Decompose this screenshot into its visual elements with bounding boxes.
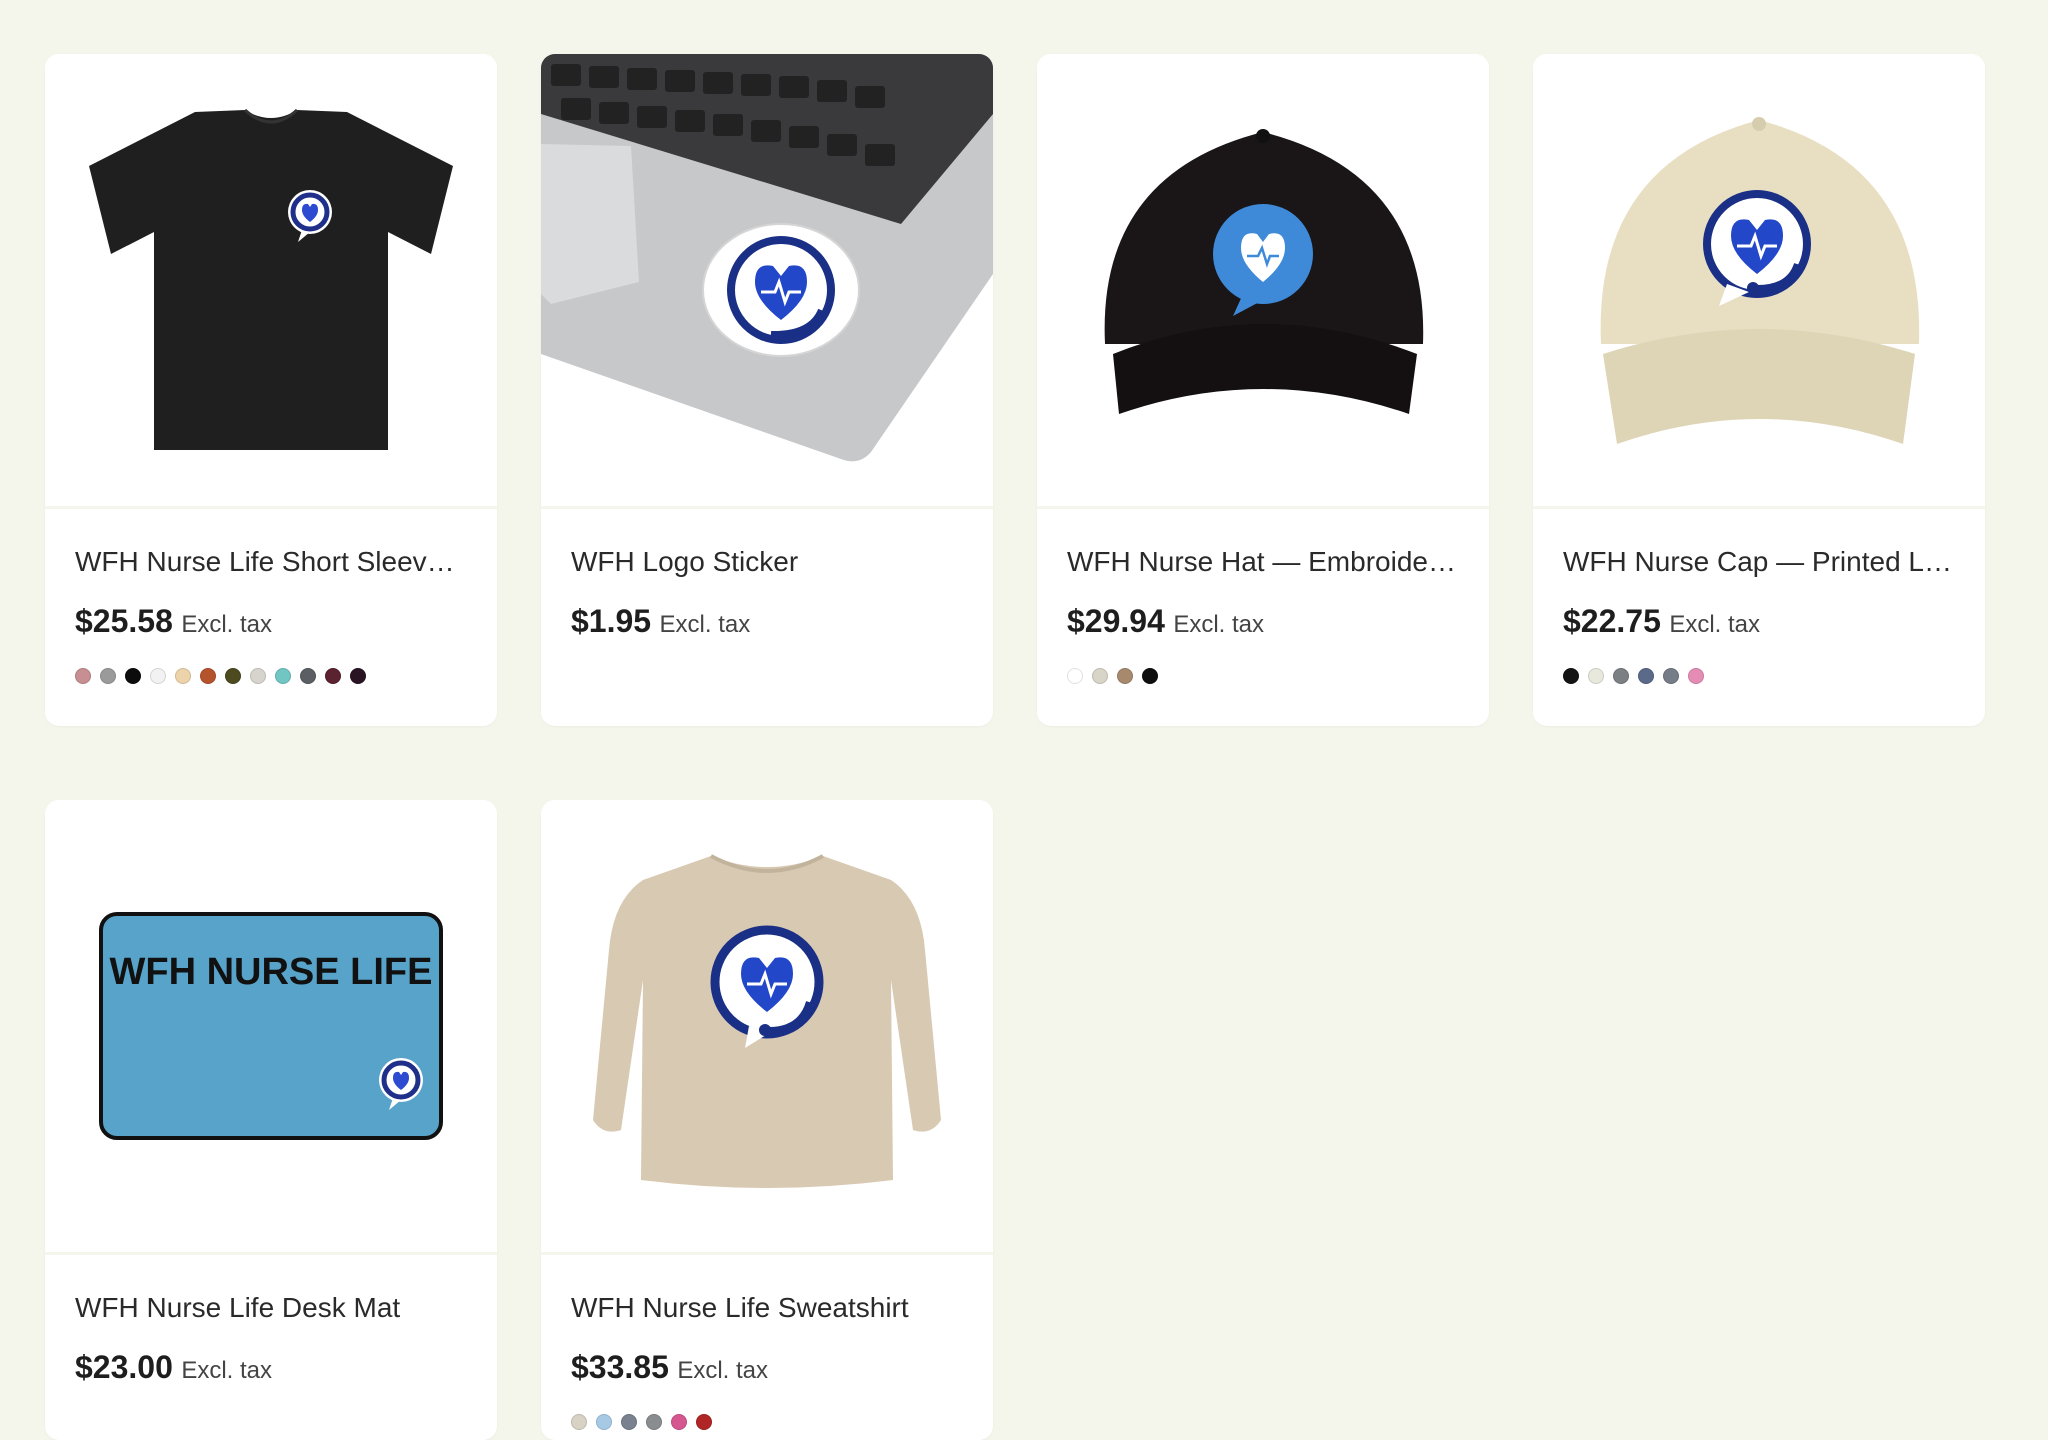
color-swatch[interactable] — [175, 668, 191, 684]
product-card-sticker[interactable]: WFH Logo Sticker $1.95 Excl. tax — [541, 54, 993, 726]
color-swatch[interactable] — [75, 668, 91, 684]
laptop-sticker-image[interactable] — [541, 54, 993, 509]
product-card-printed-cap[interactable]: WFH Nurse Cap — Printed Lo… $22.75 Excl.… — [1533, 54, 1985, 726]
black-cap-image[interactable] — [1037, 54, 1489, 509]
color-swatch[interactable] — [1613, 668, 1629, 684]
product-grid: WFH Nurse Life Short Sleeve… $25.58 Excl… — [0, 0, 2048, 1440]
color-swatch[interactable] — [150, 668, 166, 684]
color-swatch[interactable] — [1067, 668, 1083, 684]
product-title[interactable]: WFH Nurse Life Desk Mat — [75, 1291, 467, 1325]
color-swatch[interactable] — [325, 668, 341, 684]
product-title[interactable]: WFH Nurse Life Short Sleeve… — [75, 545, 467, 579]
color-swatch[interactable] — [1663, 668, 1679, 684]
color-swatch[interactable] — [250, 668, 266, 684]
color-swatch[interactable] — [1117, 668, 1133, 684]
product-title[interactable]: WFH Nurse Life Sweatshirt — [571, 1291, 963, 1325]
khaki-cap-image[interactable] — [1533, 54, 1985, 509]
color-swatch[interactable] — [646, 1414, 662, 1430]
product-card-embroidered-hat[interactable]: WFH Nurse Hat — Embroider… $29.94 Excl. … — [1037, 54, 1489, 726]
product-card-sweatshirt[interactable]: WFH Nurse Life Sweatshirt $33.85 Excl. t… — [541, 800, 993, 1440]
color-swatch[interactable] — [125, 668, 141, 684]
color-swatch[interactable] — [350, 668, 366, 684]
tax-note: Excl. tax — [1173, 611, 1265, 638]
sweatshirt-image[interactable] — [541, 800, 993, 1255]
product-card-tshirt[interactable]: WFH Nurse Life Short Sleeve… $25.58 Excl… — [45, 54, 497, 726]
tax-note: Excl. tax — [1669, 611, 1761, 638]
tax-note: Excl. tax — [181, 611, 273, 638]
color-swatch[interactable] — [596, 1414, 612, 1430]
product-price: $25.58 — [75, 603, 173, 639]
color-swatch[interactable] — [225, 668, 241, 684]
color-swatch[interactable] — [1092, 668, 1108, 684]
black-tshirt-image[interactable] — [45, 54, 497, 509]
product-price: $29.94 — [1067, 603, 1165, 639]
color-swatch[interactable] — [200, 668, 216, 684]
color-swatch[interactable] — [100, 668, 116, 684]
color-swatch[interactable] — [696, 1414, 712, 1430]
product-title[interactable]: WFH Nurse Hat — Embroider… — [1067, 545, 1459, 579]
color-swatch[interactable] — [621, 1414, 637, 1430]
product-price: $1.95 — [571, 603, 652, 639]
desk-mat-image[interactable]: WFH NURSE LIFE — [45, 800, 497, 1255]
color-swatches — [571, 1414, 963, 1430]
color-swatch[interactable] — [1588, 668, 1604, 684]
color-swatch[interactable] — [300, 668, 316, 684]
color-swatch[interactable] — [1638, 668, 1654, 684]
tax-note: Excl. tax — [677, 1357, 769, 1384]
product-price: $23.00 — [75, 1349, 173, 1385]
desk-mat-text: WFH NURSE LIFE — [110, 951, 433, 993]
product-price: $33.85 — [571, 1349, 669, 1385]
color-swatch[interactable] — [671, 1414, 687, 1430]
product-title[interactable]: WFH Nurse Cap — Printed Lo… — [1563, 545, 1955, 579]
tax-note: Excl. tax — [181, 1357, 273, 1384]
color-swatch[interactable] — [1142, 668, 1158, 684]
color-swatches — [75, 668, 467, 684]
color-swatch[interactable] — [1688, 668, 1704, 684]
product-card-desk-mat[interactable]: WFH NURSE LIFE WFH Nurse Life Desk Mat $… — [45, 800, 497, 1440]
product-title[interactable]: WFH Logo Sticker — [571, 545, 963, 579]
product-price: $22.75 — [1563, 603, 1661, 639]
color-swatch[interactable] — [275, 668, 291, 684]
color-swatches — [1563, 668, 1955, 684]
tax-note: Excl. tax — [659, 611, 751, 638]
color-swatch[interactable] — [571, 1414, 587, 1430]
color-swatches — [1067, 668, 1459, 684]
color-swatch[interactable] — [1563, 668, 1579, 684]
